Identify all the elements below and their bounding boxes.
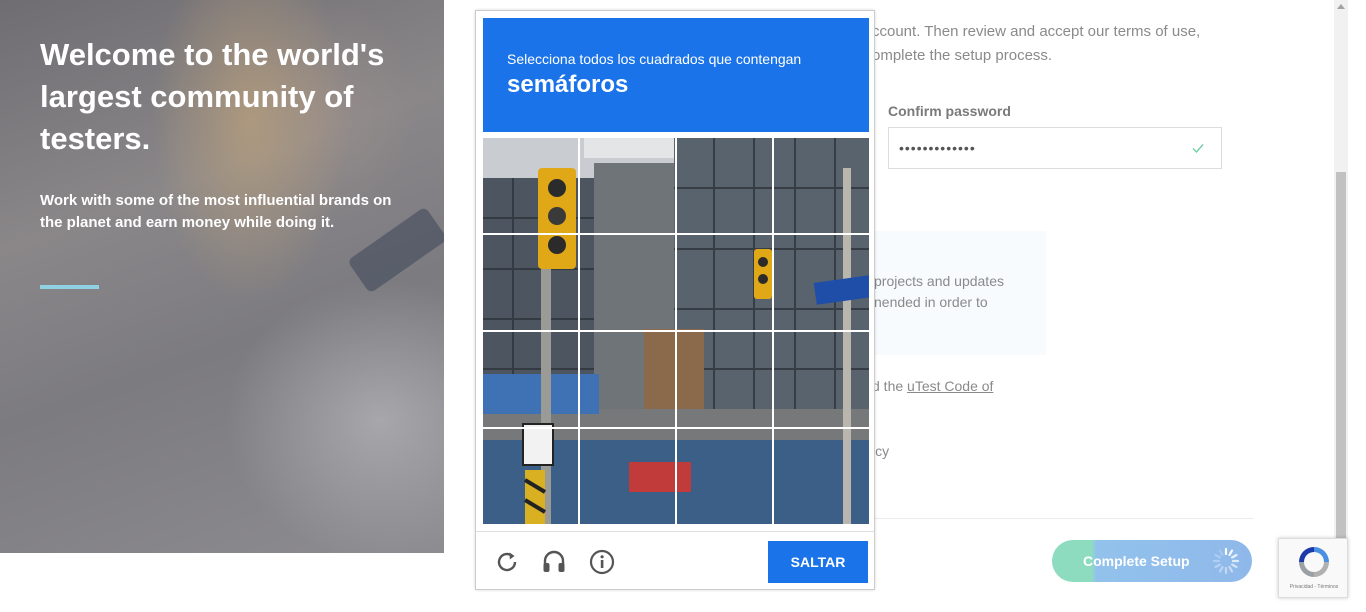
skip-button[interactable]: SALTAR — [768, 541, 868, 583]
hero-panel: Welcome to the world's largest community… — [0, 0, 444, 553]
recaptcha-badge[interactable]: Privacidad - Términos — [1278, 538, 1348, 598]
captcha-tile[interactable] — [483, 138, 578, 233]
captcha-tile[interactable] — [774, 138, 869, 233]
captcha-tile[interactable] — [580, 138, 675, 233]
info-box: projects and updates nended in order to — [866, 231, 1046, 355]
confirm-password-field[interactable]: ••••••••••••• — [888, 127, 1222, 169]
complete-setup-label: Complete Setup — [1083, 553, 1190, 569]
page-scrollbar[interactable] — [1334, 0, 1348, 553]
captcha-header: Selecciona todos los cuadrados que conte… — [483, 18, 869, 132]
captcha-tile-image — [677, 138, 772, 233]
code-prefix: d the — [872, 378, 908, 394]
captcha-tile-image — [580, 235, 675, 330]
audio-icon[interactable] — [540, 548, 568, 576]
loading-spinner-icon — [1212, 547, 1240, 575]
captcha-tile[interactable] — [774, 235, 869, 330]
captcha-target: semáforos — [507, 71, 629, 98]
code-of-conduct-text: d the uTest Code of — [872, 378, 993, 394]
recaptcha-links[interactable]: Privacidad - Términos — [1279, 584, 1349, 590]
captcha-tile[interactable] — [774, 332, 869, 427]
captcha-tile-image — [483, 138, 578, 233]
complete-setup-button[interactable]: Complete Setup — [1052, 540, 1252, 582]
form-divider — [870, 518, 1254, 519]
captcha-tile[interactable] — [677, 332, 772, 427]
captcha-tile[interactable] — [677, 429, 772, 524]
captcha-tile-image — [677, 235, 772, 330]
recaptcha-logo-icon — [1299, 547, 1329, 577]
captcha-tile[interactable] — [580, 429, 675, 524]
captcha-tile-image — [774, 429, 869, 524]
captcha-tile-image — [483, 332, 578, 427]
captcha-tile[interactable] — [580, 332, 675, 427]
confirm-password-value: ••••••••••••• — [899, 140, 976, 156]
captcha-instruction: Selecciona todos los cuadrados que conte… — [507, 51, 802, 67]
captcha-tile-image — [774, 235, 869, 330]
captcha-tile[interactable] — [483, 429, 578, 524]
captcha-tile-image — [677, 429, 772, 524]
captcha-tile-image — [580, 332, 675, 427]
captcha-tile-image — [677, 332, 772, 427]
captcha-tile[interactable] — [677, 235, 772, 330]
captcha-tile-image — [580, 429, 675, 524]
captcha-footer-divider — [476, 531, 874, 532]
scroll-thumb[interactable] — [1336, 172, 1346, 542]
captcha-tile[interactable] — [677, 138, 772, 233]
reload-icon[interactable] — [493, 548, 521, 576]
captcha-tile-image — [483, 235, 578, 330]
captcha-challenge: Selecciona todos los cuadrados que conte… — [475, 10, 875, 590]
confirm-password-label: Confirm password — [888, 103, 1011, 119]
info-icon[interactable] — [588, 548, 616, 576]
captcha-image-grid — [483, 138, 869, 524]
captcha-tile-image — [483, 429, 578, 524]
info-text: projects and updates nended in order to — [874, 273, 1004, 310]
captcha-tile[interactable] — [774, 429, 869, 524]
hero-title: Welcome to the world's largest community… — [40, 37, 385, 156]
check-icon — [1192, 144, 1204, 154]
captcha-tile[interactable] — [483, 332, 578, 427]
form-intro-text: ccount. Then review and accept our terms… — [872, 23, 1201, 64]
captcha-tile-image — [580, 138, 675, 233]
scroll-up-arrow-icon[interactable] — [1337, 4, 1345, 9]
code-of-conduct-link[interactable]: uTest Code of — [907, 378, 993, 394]
captcha-tile-image — [774, 138, 869, 233]
captcha-tile[interactable] — [580, 235, 675, 330]
page-root: Welcome to the world's largest community… — [0, 0, 1366, 612]
captcha-tile-image — [774, 332, 869, 427]
hero-divider — [40, 285, 99, 289]
captcha-tile[interactable] — [483, 235, 578, 330]
hero-subtitle: Work with some of the most influential b… — [40, 192, 392, 231]
